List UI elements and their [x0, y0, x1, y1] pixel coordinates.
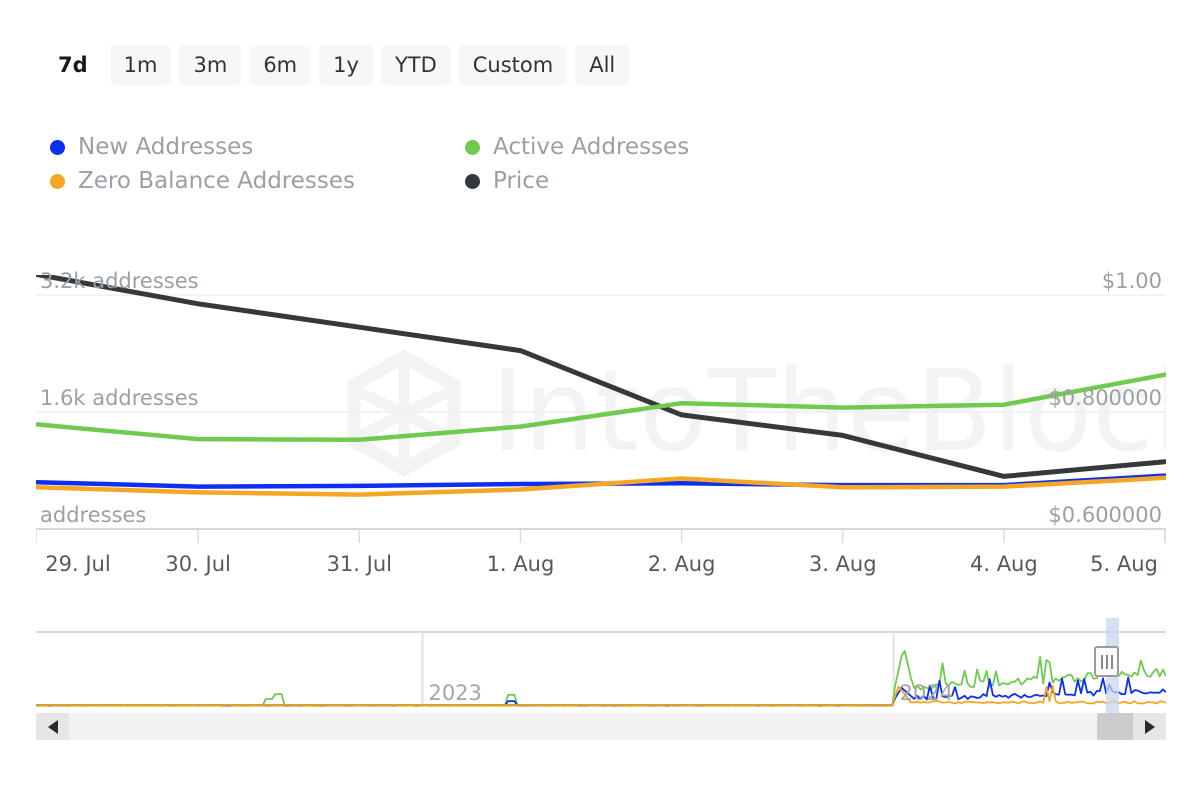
- x-axis-tick-label: 2. Aug: [647, 552, 716, 576]
- range-button-custom[interactable]: Custom: [458, 45, 568, 85]
- legend-item-price[interactable]: Price: [430, 164, 810, 198]
- navigator-year-label: 2023: [428, 681, 482, 705]
- range-selector: 7d 1m 3m 6m 1y YTD Custom All: [44, 44, 630, 86]
- legend-label: Price: [493, 168, 550, 194]
- chart-legend: New Addresses Active Addresses Zero Balanc…: [50, 130, 810, 198]
- scrollbar-thumb[interactable]: [1097, 713, 1133, 740]
- navigator-series-b: [35, 676, 1167, 707]
- x-axis-tick-label: 3. Aug: [808, 552, 877, 576]
- grip-vertical-icon: [1105, 654, 1108, 669]
- legend-item-new-addresses[interactable]: New Addresses: [50, 130, 430, 164]
- legend-item-zero-balance-addresses[interactable]: Zero Balance Addresses: [50, 164, 430, 198]
- scroll-left-button[interactable]: [36, 713, 69, 740]
- navigator-drag-handle[interactable]: [1094, 646, 1120, 677]
- range-button-ytd[interactable]: YTD: [380, 45, 451, 85]
- legend-color-dot: [50, 139, 65, 155]
- navigator-scrollbar[interactable]: [36, 713, 1166, 740]
- legend-item-active-addresses[interactable]: Active Addresses: [430, 130, 810, 164]
- triangle-right-icon: [1144, 719, 1155, 734]
- triangle-left-icon: [47, 719, 58, 734]
- chart-canvas: IntoTheBlock: [36, 275, 1166, 543]
- grip-vertical-icon: [1100, 654, 1103, 669]
- legend-color-dot: [465, 173, 480, 189]
- navigator-canvas: [35, 631, 1167, 707]
- main-chart[interactable]: IntoTheBlock addresses 1.6k addresses 3.2k…: [36, 269, 1166, 545]
- legend-label: Zero Balance Addresses: [78, 168, 356, 194]
- legend-color-dot: [465, 139, 480, 155]
- scroll-right-button[interactable]: [1133, 713, 1166, 740]
- range-button-7d[interactable]: 7d: [44, 45, 102, 85]
- range-button-1y[interactable]: 1y: [319, 45, 373, 85]
- legend-color-dot: [50, 173, 65, 189]
- x-axis-tick-label: 4. Aug: [969, 552, 1038, 576]
- legend-label: Active Addresses: [493, 134, 690, 160]
- x-axis-tick-label: 5. Aug: [1090, 552, 1158, 576]
- range-button-all[interactable]: All: [575, 45, 630, 85]
- x-axis-labels: 29. Jul 30. Jul 31. Jul 1. Aug 2. Aug 3. Aug 4…: [36, 552, 1166, 588]
- navigator-year-label: 2024: [899, 681, 954, 705]
- legend-label: New Addresses: [78, 134, 254, 160]
- range-button-1m[interactable]: 1m: [109, 45, 172, 85]
- x-axis-tick-label: 31. Jul: [326, 552, 392, 576]
- grip-vertical-icon: [1110, 654, 1113, 669]
- range-button-6m[interactable]: 6m: [249, 45, 312, 85]
- chart-navigator[interactable]: 2023 2024: [35, 618, 1167, 740]
- navigator-preview[interactable]: 2023 2024: [35, 618, 1167, 713]
- x-axis-tick-label: 30. Jul: [165, 552, 231, 576]
- scrollbar-track[interactable]: [69, 713, 1133, 740]
- x-axis-tick-label: 1. Aug: [486, 552, 555, 576]
- range-button-3m[interactable]: 3m: [179, 45, 242, 85]
- x-axis-tick-label: 29. Jul: [45, 552, 111, 576]
